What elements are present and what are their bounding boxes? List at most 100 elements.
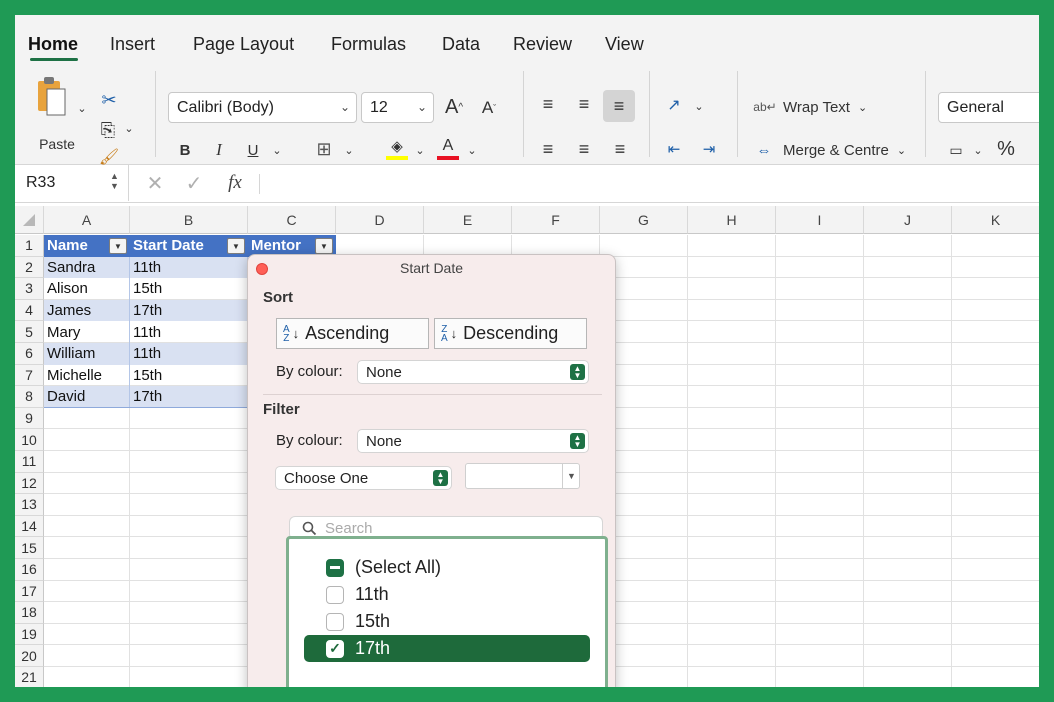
align-bottom-icon[interactable]: ≡ (603, 90, 635, 122)
select-all-corner[interactable] (15, 206, 44, 234)
row-header[interactable]: 21 (15, 667, 44, 687)
increase-font-size-icon[interactable]: A ^ (441, 93, 467, 121)
font-size-select[interactable]: 12 ⌄ (361, 92, 434, 123)
underline-chevron-icon[interactable]: ⌄ (270, 143, 284, 157)
row-header[interactable]: 8 (15, 386, 44, 408)
table-cell[interactable]: David (44, 386, 130, 408)
tab-data[interactable]: Data (442, 34, 480, 55)
orientation-icon[interactable]: ↗ (662, 93, 686, 117)
column-header[interactable]: B (130, 206, 248, 234)
align-left-icon[interactable]: ≡ (537, 138, 559, 160)
insert-function-icon[interactable]: fx (222, 170, 248, 196)
table-cell[interactable]: 11th (130, 256, 248, 279)
row-header[interactable]: 17 (15, 580, 44, 603)
italic-icon[interactable]: I (210, 139, 228, 161)
table-cell[interactable]: 15th (130, 364, 248, 387)
column-header[interactable]: H (688, 206, 776, 234)
column-header[interactable]: I (776, 206, 864, 234)
table-cell[interactable]: 11th (130, 343, 248, 365)
merge-centre-button[interactable]: Merge & Centre ⌄ (783, 140, 923, 160)
column-header[interactable]: K (952, 206, 1039, 234)
list-item-17th[interactable]: ✓ 17th (304, 635, 590, 662)
row-header[interactable]: 14 (15, 515, 44, 538)
paste-chevron-icon[interactable]: ⌄ (75, 101, 89, 115)
borders-icon[interactable]: ⊞ (313, 138, 335, 160)
bold-icon[interactable]: B (175, 139, 195, 161)
orientation-chevron-icon[interactable]: ⌄ (692, 99, 706, 113)
sort-by-colour-select[interactable]: None ▲ ▼ (358, 361, 588, 383)
row-header[interactable]: 19 (15, 623, 44, 646)
row-header[interactable]: 1 (15, 235, 44, 257)
copy-chevron-icon[interactable]: ⌄ (122, 121, 136, 135)
table-cell[interactable]: William (44, 343, 130, 365)
filter-dropdown-button[interactable]: ▼ (315, 238, 333, 254)
table-cell[interactable]: 15th (130, 278, 248, 300)
table-cell[interactable]: Michelle (44, 364, 130, 387)
table-cell[interactable]: Mary (44, 321, 130, 343)
wrap-text-button[interactable]: Wrap Text ⌄ (783, 97, 883, 117)
paste-button[interactable] (33, 73, 71, 119)
row-header[interactable]: 18 (15, 602, 44, 624)
row-header[interactable]: 3 (15, 278, 44, 300)
sort-descending-button[interactable]: Z A ↓ Descending (434, 318, 587, 349)
row-header[interactable]: 13 (15, 494, 44, 516)
font-name-select[interactable]: Calibri (Body) ⌄ (168, 92, 357, 123)
row-header[interactable]: 20 (15, 645, 44, 667)
row-header[interactable]: 16 (15, 559, 44, 581)
list-item-11th[interactable]: 11th (304, 581, 590, 608)
decrease-font-size-icon[interactable]: Aˇ (477, 95, 501, 121)
table-cell[interactable]: 17th (130, 386, 248, 408)
filter-dropdown-button[interactable]: ▼ (109, 238, 127, 254)
decrease-indent-icon[interactable]: ⇤ (663, 138, 685, 160)
list-item-15th[interactable]: 15th (304, 608, 590, 635)
row-header[interactable]: 7 (15, 364, 44, 387)
percent-icon[interactable]: % (995, 137, 1017, 161)
merge-centre-icon[interactable]: ⇔ (752, 140, 776, 160)
column-header[interactable]: E (424, 206, 512, 234)
row-header[interactable]: 2 (15, 256, 44, 279)
table-cell[interactable]: Alison (44, 278, 130, 300)
currency-chevron-icon[interactable]: ⌄ (971, 143, 985, 157)
check-icon[interactable]: ✓ (326, 639, 344, 658)
fill-color-button[interactable]: ◈ (385, 135, 409, 161)
column-header[interactable]: A (44, 206, 130, 234)
tab-home[interactable]: Home (28, 34, 78, 55)
row-header[interactable]: 11 (15, 451, 44, 473)
tab-formulas[interactable]: Formulas (331, 34, 406, 55)
column-header[interactable]: F (512, 206, 600, 234)
table-cell[interactable]: James (44, 299, 130, 322)
borders-chevron-icon[interactable]: ⌄ (342, 143, 356, 157)
tab-page-layout[interactable]: Page Layout (193, 34, 294, 55)
confirm-formula-icon[interactable]: ✓ (183, 172, 205, 195)
column-header[interactable]: J (864, 206, 952, 234)
column-header[interactable]: G (600, 206, 688, 234)
row-header[interactable]: 9 (15, 407, 44, 430)
sort-ascending-button[interactable]: A Z ↓ Ascending (276, 318, 429, 349)
checkbox[interactable] (326, 612, 344, 631)
column-header[interactable]: D (336, 206, 424, 234)
row-header[interactable]: 10 (15, 429, 44, 451)
column-header[interactable]: C (248, 206, 336, 234)
format-painter-icon[interactable]: 🖌 (98, 147, 120, 167)
row-header[interactable]: 5 (15, 321, 44, 343)
row-header[interactable]: 4 (15, 299, 44, 322)
underline-icon[interactable]: U (243, 139, 263, 161)
formula-input[interactable] (267, 174, 1027, 194)
align-center-icon[interactable]: ≡ (573, 138, 595, 160)
cut-icon[interactable]: ✂ (98, 89, 120, 111)
tab-view[interactable]: View (605, 34, 644, 55)
combobox-arrow-icon[interactable]: ▼ (562, 463, 580, 489)
tab-review[interactable]: Review (513, 34, 572, 55)
number-format-select[interactable]: General (938, 92, 1039, 123)
align-right-icon[interactable]: ≡ (609, 138, 631, 160)
tab-insert[interactable]: Insert (110, 34, 155, 55)
increase-indent-icon[interactable]: ⇥ (698, 138, 720, 160)
copy-icon[interactable]: ⎘ (96, 119, 120, 141)
cancel-formula-icon[interactable]: ✕ (144, 172, 166, 195)
fill-color-chevron-icon[interactable]: ⌄ (413, 143, 427, 157)
condition-select[interactable]: Choose One ▲ ▼ (276, 467, 451, 489)
table-cell[interactable]: 11th (130, 321, 248, 343)
table-cell[interactable]: Sandra (44, 256, 130, 279)
font-color-chevron-icon[interactable]: ⌄ (465, 143, 479, 157)
wrap-text-icon[interactable]: ab↵ (753, 95, 777, 119)
